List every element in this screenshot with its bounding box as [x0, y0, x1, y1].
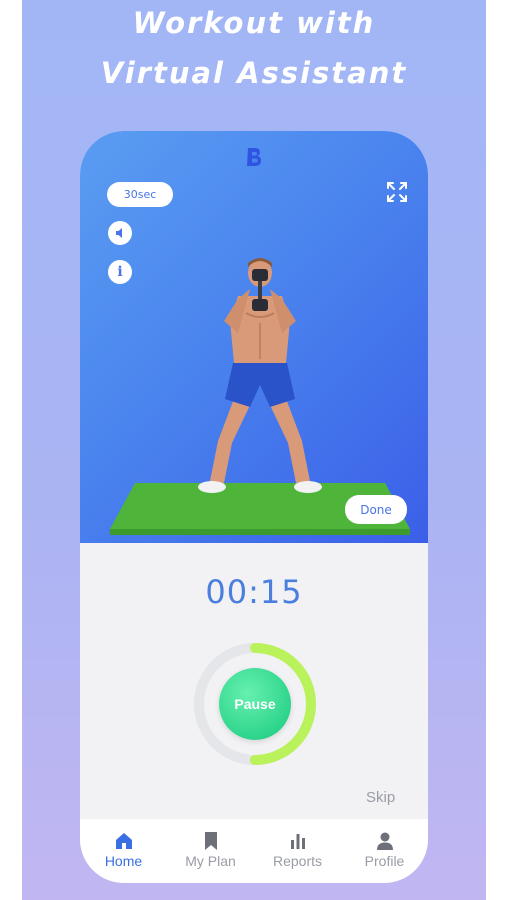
- promo-headline-line1: Workout with: [132, 6, 376, 40]
- done-button[interactable]: Done: [345, 495, 407, 524]
- person-icon: [377, 832, 393, 850]
- tab-profile[interactable]: Profile: [341, 819, 428, 883]
- duration-pill[interactable]: 30sec: [107, 182, 173, 207]
- phone-screen: 30sec i Done 00:15 Pause Skip Home My Pl…: [80, 131, 428, 883]
- fullscreen-icon[interactable]: [386, 181, 408, 203]
- bar-chart-icon: [291, 834, 305, 849]
- tab-reports-label: Reports: [272, 853, 323, 869]
- brand-logo-icon: [247, 148, 261, 166]
- tab-profile-label: Profile: [364, 853, 405, 869]
- tab-my-plan-label: My Plan: [185, 853, 236, 869]
- home-icon: [116, 833, 132, 849]
- pause-button[interactable]: Pause: [219, 668, 291, 740]
- tab-my-plan[interactable]: My Plan: [167, 819, 254, 883]
- volume-button[interactable]: [108, 221, 132, 245]
- tab-home[interactable]: Home: [80, 819, 167, 883]
- skip-button[interactable]: Skip: [366, 789, 395, 806]
- tab-home-label: Home: [104, 853, 143, 869]
- bottom-tab-bar: Home My Plan Reports Profile: [80, 819, 428, 883]
- tab-reports[interactable]: Reports: [254, 819, 341, 883]
- volume-icon: [116, 228, 122, 238]
- bookmark-icon: [205, 832, 217, 850]
- countdown-timer: 00:15: [205, 573, 303, 611]
- exercise-video[interactable]: 30sec i Done: [80, 131, 428, 543]
- promo-headline-line2: Virtual Assistant: [100, 56, 408, 90]
- athlete-illustration: [110, 258, 410, 535]
